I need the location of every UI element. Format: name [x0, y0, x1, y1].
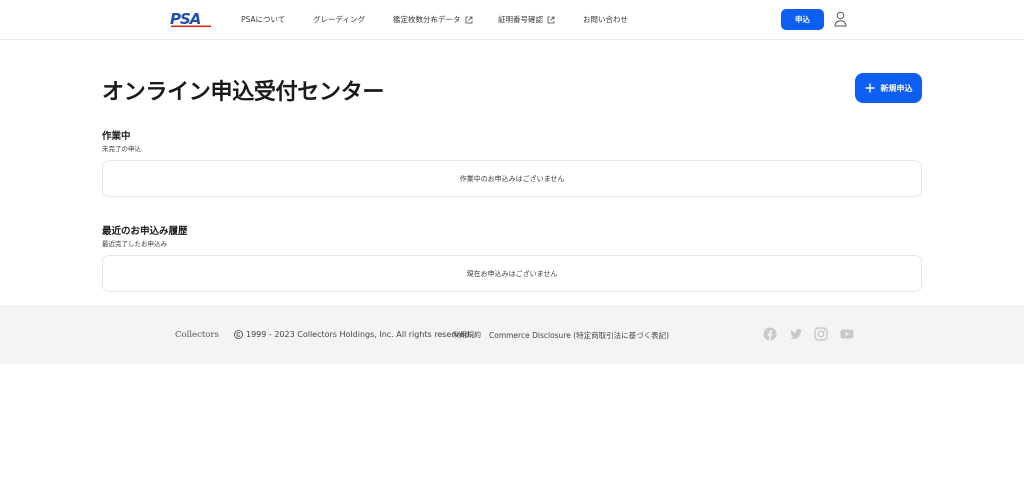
external-link-icon — [547, 16, 555, 23]
new-application-label: 新規申込 — [880, 83, 913, 93]
nav-grading[interactable]: グレーディング — [313, 14, 365, 25]
copyright-icon — [234, 330, 243, 339]
nav-about-label: PSAについて — [241, 15, 286, 24]
facebook-icon[interactable] — [763, 327, 777, 341]
nav-population-label: 鑑定枚数分布データ — [393, 15, 461, 24]
apply-button[interactable]: 申込 — [781, 9, 824, 30]
nav-contact-label: お問い合わせ — [583, 15, 628, 24]
history-title: 最近のお申込み履歴 — [102, 226, 188, 237]
copyright-text: 1999 - 2023 Collectors Holdings, Inc. Al… — [246, 330, 472, 339]
site-header: PSA PSAについて グレーディング 鑑定枚数分布データ 証明番号確認 お問い… — [0, 0, 1024, 40]
site-footer: Collectors 1999 - 2023 Collectors Holdin… — [0, 305, 1024, 364]
history-subtitle: 最近完了したお申込み — [102, 240, 167, 248]
nav-about[interactable]: PSAについて — [241, 14, 285, 25]
psa-logo[interactable]: PSA — [170, 11, 214, 28]
external-link-icon — [465, 16, 472, 23]
in-progress-title: 作業中 — [102, 131, 131, 142]
nav-population-report[interactable]: 鑑定枚数分布データ — [393, 14, 473, 25]
in-progress-subtitle: 未完了の申込 — [102, 145, 141, 153]
nav-grading-label: グレーディング — [313, 15, 365, 24]
terms-link[interactable]: 利用規約 — [453, 330, 481, 340]
history-empty-box: 現在お申込みはございません — [102, 255, 922, 292]
nav-cert-verification[interactable]: 証明番号確認 — [498, 14, 555, 25]
svg-text:PSA: PSA — [170, 11, 201, 28]
in-progress-empty-text: 作業中のお申込みはございません — [459, 174, 565, 183]
nav-cert-label: 証明番号確認 — [498, 15, 543, 24]
plus-icon — [865, 83, 874, 93]
collectors-logo[interactable]: Collectors — [175, 330, 219, 340]
nav-contact[interactable]: お問い合わせ — [583, 14, 628, 25]
twitter-icon[interactable] — [789, 327, 803, 341]
youtube-icon[interactable] — [840, 327, 854, 341]
new-application-button[interactable]: 新規申込 — [855, 73, 922, 103]
in-progress-empty-box: 作業中のお申込みはございません — [102, 160, 922, 197]
history-empty-text: 現在お申込みはございません — [466, 269, 558, 278]
commerce-disclosure-link[interactable]: Commerce Disclosure (特定商取引法に基づく表記) — [489, 330, 669, 341]
instagram-icon[interactable] — [814, 327, 828, 341]
user-icon[interactable] — [834, 11, 847, 27]
page-title: オンライン申込受付センター — [102, 80, 385, 105]
copyright: 1999 - 2023 Collectors Holdings, Inc. Al… — [234, 330, 472, 339]
